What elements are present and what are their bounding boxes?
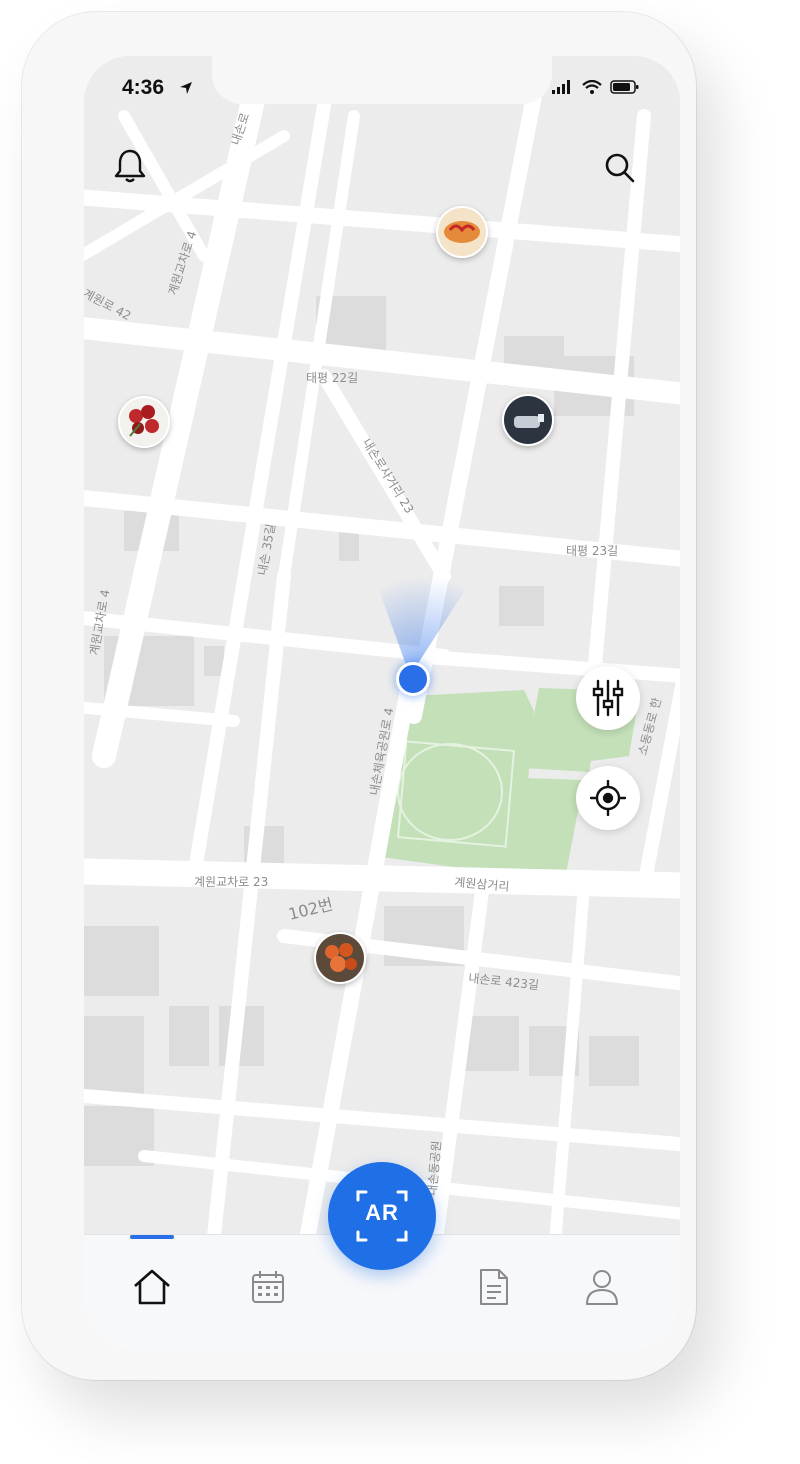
tab-profile[interactable] (574, 1259, 630, 1315)
document-icon (480, 1269, 508, 1305)
ar-button-label: AR (365, 1200, 399, 1225)
battery-icon (610, 80, 639, 94)
bread-thumbnail (438, 208, 486, 256)
active-tab-indicator (130, 1235, 174, 1239)
place-pin-snack[interactable] (314, 932, 366, 984)
road-label: 태평 22길 (306, 371, 358, 385)
search-button[interactable] (598, 146, 642, 190)
calendar-icon (252, 1271, 284, 1303)
home-icon (134, 1269, 170, 1305)
snack-thumbnail (316, 934, 364, 982)
status-bar: 4:36 (84, 56, 680, 126)
road-label: 태평 23길 (566, 544, 618, 558)
current-location-marker (396, 662, 430, 696)
place-pin-bottle[interactable] (502, 394, 554, 446)
place-pin-flowers[interactable] (118, 396, 170, 448)
locate-me-button[interactable] (576, 766, 640, 830)
status-time: 4:36 (122, 76, 165, 99)
tab-documents[interactable] (466, 1259, 522, 1315)
flowers-thumbnail (120, 398, 168, 446)
tab-home[interactable] (124, 1259, 180, 1315)
location-arrow-icon (180, 82, 192, 94)
crosshair-icon (590, 780, 626, 816)
bottle-thumbnail (504, 396, 552, 444)
app-screen: 내손로 계원교차로 4 계원로 42 태평 22길 내손로사거리 23 내손 3… (84, 56, 680, 1350)
user-icon (586, 1270, 618, 1305)
bell-icon (114, 149, 146, 183)
tab-calendar[interactable] (240, 1259, 296, 1315)
notification-button[interactable] (108, 144, 152, 188)
road-label: 계원교차로 23 (194, 875, 268, 889)
place-pin-bread[interactable] (436, 206, 488, 258)
phone-frame: 내손로 계원교차로 4 계원로 42 태평 22길 내손로사거리 23 내손 3… (22, 12, 696, 1380)
search-icon (605, 153, 635, 183)
tuning-icon (592, 679, 624, 717)
signal-icon (552, 80, 570, 94)
ar-camera-button[interactable]: AR (328, 1162, 436, 1270)
filter-button[interactable] (576, 666, 640, 730)
wifi-icon (582, 80, 602, 94)
